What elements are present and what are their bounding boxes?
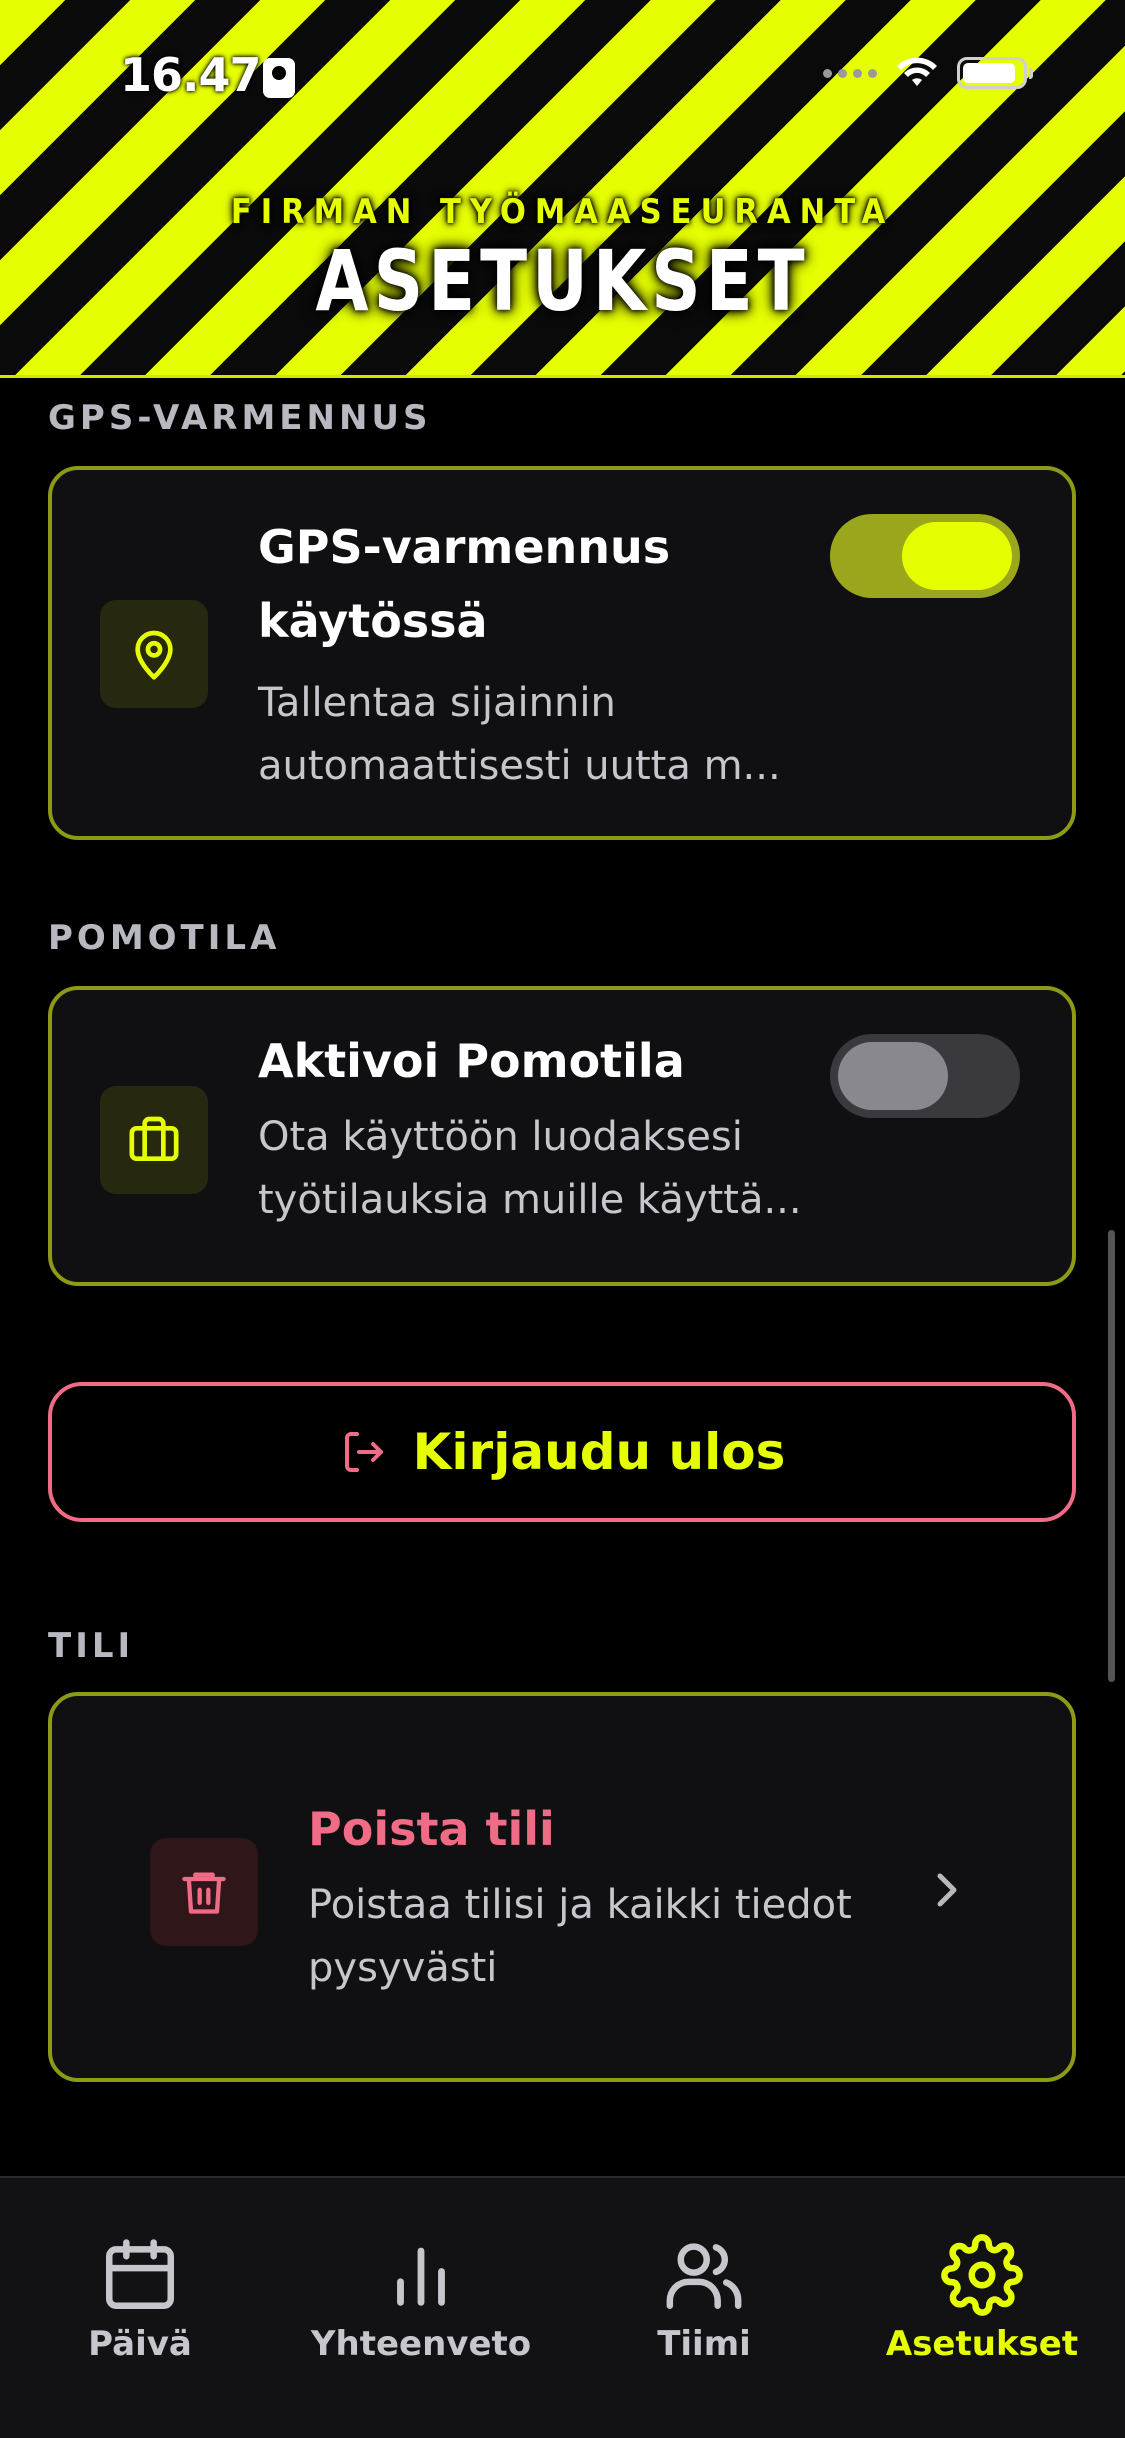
section-label-account: TILI	[48, 1626, 135, 1666]
wifi-icon	[897, 57, 937, 86]
gear-icon	[941, 2234, 1023, 2316]
tab-day[interactable]: Päivä	[10, 2234, 270, 2364]
boss-desc-line2: työtilauksia muille käyttä...	[258, 1177, 802, 1223]
gps-desc-line2: automaattisesti uutta m...	[258, 743, 781, 789]
status-time: 16.47	[120, 48, 262, 102]
boss-mode-card: Aktivoi Pomotila Ota käyttöön luodaksesi…	[48, 986, 1076, 1286]
briefcase-icon	[129, 1116, 179, 1161]
users-icon	[666, 2243, 742, 2309]
battery-icon	[957, 57, 1033, 89]
boss-desc-line1: Ota käyttöön luodaksesi	[258, 1114, 743, 1160]
tab-team[interactable]: Tiimi	[574, 2234, 834, 2364]
chevron-right-icon	[937, 1873, 957, 1907]
gps-title-line1: GPS-varmennus	[258, 520, 671, 574]
page-title: ASETUKSET	[315, 232, 810, 330]
boss-mode-toggle[interactable]	[830, 1034, 1020, 1118]
logout-label: Kirjaudu ulos	[412, 1423, 786, 1481]
logout-icon	[344, 1432, 383, 1472]
delete-account-card[interactable]: Poista tili Poistaa tilisi ja kaikki tie…	[48, 1692, 1076, 2082]
bar-chart-icon	[397, 2247, 445, 2306]
section-label-gps: GPS-VARMENNUS	[48, 398, 432, 438]
contact-card-icon	[263, 58, 295, 98]
tab-settings[interactable]: Asetukset	[852, 2234, 1112, 2364]
gps-title-line2: käytössä	[258, 594, 488, 648]
tab-bar: Päivä Yhteenveto Tiimi Asetukset	[0, 2176, 1125, 2438]
header: 16.47 FIRMAN TYÖMAASEURANTA ASETUKSET	[0, 0, 1125, 378]
status-indicators	[823, 56, 1033, 90]
header-subtitle: FIRMAN TYÖMAASEURANTA	[230, 192, 895, 232]
gps-card: GPS-varmennus käytössä Tallentaa sijainn…	[48, 466, 1076, 840]
tab-team-label: Tiimi	[657, 2324, 751, 2364]
calendar-icon	[106, 2239, 174, 2309]
boss-icon-box	[100, 1086, 208, 1194]
logout-button[interactable]: Kirjaudu ulos	[48, 1382, 1076, 1522]
section-label-boss: POMOTILA	[48, 918, 281, 958]
tab-summary-label: Yhteenveto	[310, 2324, 532, 2364]
delete-icon-box	[150, 1838, 258, 1946]
toggle-knob	[838, 1042, 948, 1110]
delete-account-desc-line2: pysyvästi	[308, 1945, 498, 1991]
tab-day-label: Päivä	[88, 2324, 192, 2364]
scrollbar[interactable]	[1108, 1230, 1115, 1682]
gps-icon-box	[100, 600, 208, 708]
delete-account-desc-line1: Poistaa tilisi ja kaikki tiedot	[308, 1882, 852, 1928]
toggle-knob	[902, 522, 1012, 590]
gps-toggle[interactable]	[830, 514, 1020, 598]
gps-desc-line1: Tallentaa sijainnin	[258, 680, 616, 726]
content-bottom-spacer	[0, 2082, 1125, 2176]
map-pin-icon	[135, 630, 173, 680]
delete-account-title: Poista tili	[308, 1802, 555, 1856]
trash-icon	[182, 1872, 226, 1914]
cellular-signal-icon	[823, 68, 877, 78]
tab-settings-label: Asetukset	[885, 2324, 1079, 2364]
boss-title: Aktivoi Pomotila	[258, 1034, 685, 1088]
tab-summary[interactable]: Yhteenveto	[291, 2234, 551, 2364]
